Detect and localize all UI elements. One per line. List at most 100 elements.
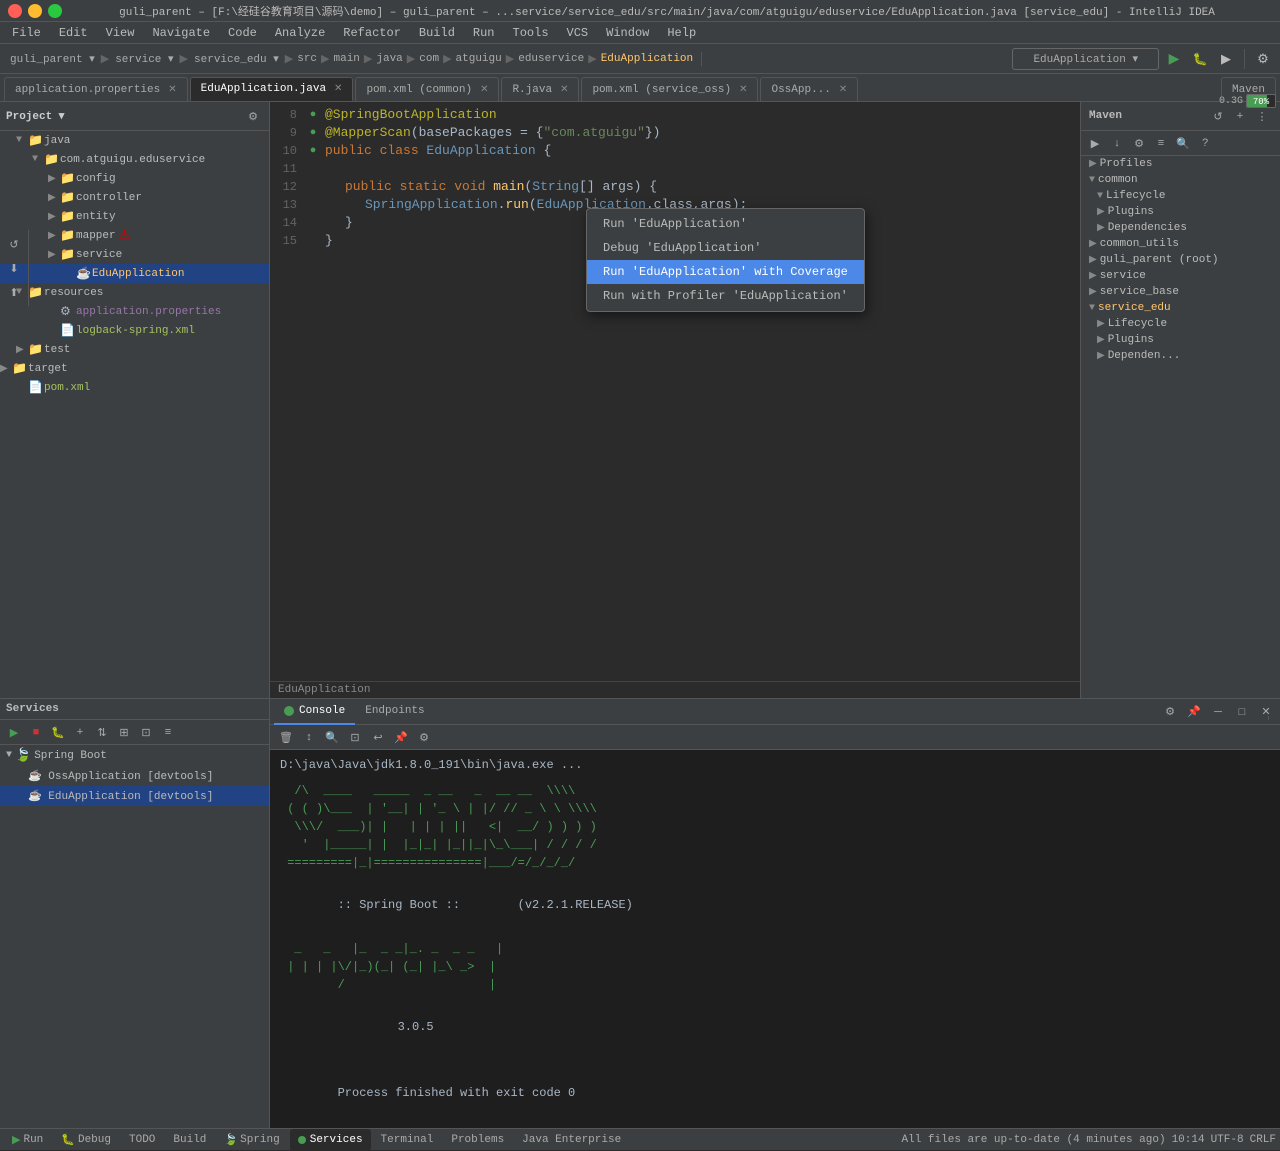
tab-build[interactable]: Build <box>165 1129 214 1151</box>
maven-service-base[interactable]: ▶ service_base <box>1081 284 1280 300</box>
maven-edu-lifecycle[interactable]: ▶ Lifecycle <box>1081 316 1280 332</box>
menu-item-code[interactable]: Code <box>220 24 265 42</box>
svc-debug-btn[interactable]: 🐛 <box>48 722 68 742</box>
console-settings-btn[interactable]: ⚙ <box>1160 702 1180 722</box>
tree-item-java[interactable]: ▼ 📁 java <box>0 131 269 150</box>
con-filter-btn[interactable]: ⊡ <box>345 727 365 747</box>
con-wrap-btn[interactable]: ↩ <box>368 727 388 747</box>
tree-item-logback[interactable]: 📄 logback-spring.xml <box>0 321 269 340</box>
side-icon1[interactable]: ↺ <box>4 234 24 254</box>
tab-terminal[interactable]: Terminal <box>373 1129 442 1151</box>
maven-refresh-btn[interactable]: ↺ <box>1208 106 1228 126</box>
service-edu-dropdown[interactable]: service_edu ▾ <box>190 52 283 66</box>
menu-item-build[interactable]: Build <box>411 24 463 42</box>
con-pin-btn[interactable]: 📌 <box>391 727 411 747</box>
menu-item-window[interactable]: Window <box>598 24 657 42</box>
coverage-button[interactable]: ▶ <box>1215 48 1237 70</box>
maximize-button[interactable] <box>48 4 62 18</box>
maven-btn4[interactable]: ≡ <box>1151 133 1171 153</box>
svc-springboot-group[interactable]: ▼ 🍃 Spring Boot <box>0 745 269 766</box>
tree-item-package[interactable]: ▼ 📁 com.atguigu.eduservice <box>0 150 269 169</box>
ctx-run[interactable]: Run 'EduApplication' <box>587 212 864 236</box>
eduapplication-breadcrumb[interactable]: EduApplication <box>599 53 695 65</box>
menu-item-help[interactable]: Help <box>659 24 704 42</box>
svc-stop-btn[interactable]: ■ <box>26 722 46 742</box>
ctx-run-coverage[interactable]: Run 'EduApplication' with Coverage <box>587 260 864 284</box>
maven-edu-dep[interactable]: ▶ Dependen... <box>1081 348 1280 364</box>
con-scroll-btn[interactable]: ↕ <box>299 727 319 747</box>
tree-item-mapper[interactable]: ▶ 📁 mapper ⚠ <box>0 226 269 245</box>
tab-java-enterprise[interactable]: Java Enterprise <box>514 1129 629 1151</box>
file-tab-1[interactable]: EduApplication.java✕ <box>190 77 354 101</box>
tree-item-target[interactable]: ▶ 📁 target <box>0 359 269 378</box>
maven-profiles[interactable]: ▶ Profiles <box>1081 156 1280 172</box>
menu-item-run[interactable]: Run <box>465 24 503 42</box>
tree-item-eduapplication[interactable]: ☕ EduApplication <box>0 264 269 283</box>
maven-btn2[interactable]: ↓ <box>1107 133 1127 153</box>
menu-item-navigate[interactable]: Navigate <box>144 24 218 42</box>
run-button[interactable]: ▶ <box>1163 48 1185 70</box>
maven-btn1[interactable]: ▶ <box>1085 133 1105 153</box>
project-gear-btn[interactable]: ⚙ <box>243 106 263 126</box>
file-tab-4[interactable]: pom.xml (service_oss)✕ <box>581 77 758 101</box>
tab-debug[interactable]: 🐛 Debug <box>53 1129 119 1151</box>
settings-button[interactable]: ⚙ <box>1252 48 1274 70</box>
tree-item-pom[interactable]: 📄 pom.xml <box>0 378 269 397</box>
console-pin-btn[interactable]: 📌 <box>1184 702 1204 722</box>
run-config-dropdown[interactable]: EduApplication ▾ <box>1012 48 1159 70</box>
svc-sort-btn[interactable]: ⇅ <box>92 722 112 742</box>
tab-todo[interactable]: TODO <box>121 1129 163 1151</box>
svc-add-btn[interactable]: + <box>70 722 90 742</box>
tab-run[interactable]: ▶ Run <box>4 1129 51 1151</box>
maven-common[interactable]: ▼ common <box>1081 172 1280 188</box>
svc-eduapplication[interactable]: ☕ EduApplication [devtools] <box>0 786 269 806</box>
ctx-profiler[interactable]: Run with Profiler 'EduApplication' <box>587 284 864 308</box>
tree-item-controller[interactable]: ▶ 📁 controller <box>0 188 269 207</box>
svc-filter-btn[interactable]: ⊡ <box>136 722 156 742</box>
maven-plugins[interactable]: ▶ Plugins <box>1081 204 1280 220</box>
tree-item-resources[interactable]: ▼ 📁 resources <box>0 283 269 302</box>
menu-item-file[interactable]: File <box>4 24 49 42</box>
console-scrollbar[interactable] <box>1268 716 1280 720</box>
menu-item-analyze[interactable]: Analyze <box>267 24 333 42</box>
tab-endpoints[interactable]: Endpoints <box>355 699 434 725</box>
menu-item-refactor[interactable]: Refactor <box>335 24 409 42</box>
file-tab-5[interactable]: OssApp...✕ <box>760 77 858 101</box>
con-find-btn[interactable]: 🔍 <box>322 727 342 747</box>
ctx-debug[interactable]: Debug 'EduApplication' <box>587 236 864 260</box>
con-cog-btn[interactable]: ⚙ <box>414 727 434 747</box>
file-tab-2[interactable]: pom.xml (common)✕ <box>355 77 499 101</box>
maven-edu-plugins[interactable]: ▶ Plugins <box>1081 332 1280 348</box>
console-min-btn[interactable]: ─ <box>1208 702 1228 722</box>
maven-guli-parent[interactable]: ▶ guli_parent (root) <box>1081 252 1280 268</box>
tree-item-app-properties[interactable]: ⚙ application.properties <box>0 302 269 321</box>
menu-item-edit[interactable]: Edit <box>51 24 96 42</box>
tab-console[interactable]: Console <box>274 699 355 725</box>
tree-item-service[interactable]: ▶ 📁 service <box>0 245 269 264</box>
menu-item-view[interactable]: View <box>98 24 143 42</box>
debug-button[interactable]: 🐛 <box>1189 48 1211 70</box>
maven-menu-btn[interactable]: ⋮ <box>1252 106 1272 126</box>
svc-run-btn[interactable]: ▶ <box>4 722 24 742</box>
maven-common-utils[interactable]: ▶ common_utils <box>1081 236 1280 252</box>
svc-ossapplication[interactable]: ☕ OssApplication [devtools] <box>0 766 269 786</box>
con-clear-btn[interactable]: 🗑 <box>276 727 296 747</box>
tab-services[interactable]: Services <box>290 1129 371 1151</box>
minimize-button[interactable] <box>28 4 42 18</box>
tab-problems[interactable]: Problems <box>443 1129 512 1151</box>
svc-group-btn[interactable]: ⊞ <box>114 722 134 742</box>
tree-item-test[interactable]: ▶ 📁 test <box>0 340 269 359</box>
side-icon2[interactable]: ⬇ <box>4 258 24 278</box>
maven-add-btn[interactable]: + <box>1230 106 1250 126</box>
maven-btn6[interactable]: ? <box>1195 133 1215 153</box>
file-tab-3[interactable]: R.java✕ <box>501 77 579 101</box>
maven-service-edu[interactable]: ▼ service_edu <box>1081 300 1280 316</box>
file-tab-0[interactable]: application.properties✕ <box>4 77 188 101</box>
side-icon3[interactable]: ⬆ <box>4 282 24 302</box>
maven-service[interactable]: ▶ service <box>1081 268 1280 284</box>
menu-item-vcs[interactable]: VCS <box>559 24 597 42</box>
project-dropdown[interactable]: guli_parent ▾ <box>6 52 99 66</box>
close-button[interactable] <box>8 4 22 18</box>
maven-dependencies[interactable]: ▶ Dependencies <box>1081 220 1280 236</box>
tab-spring[interactable]: 🍃Spring <box>216 1129 287 1151</box>
